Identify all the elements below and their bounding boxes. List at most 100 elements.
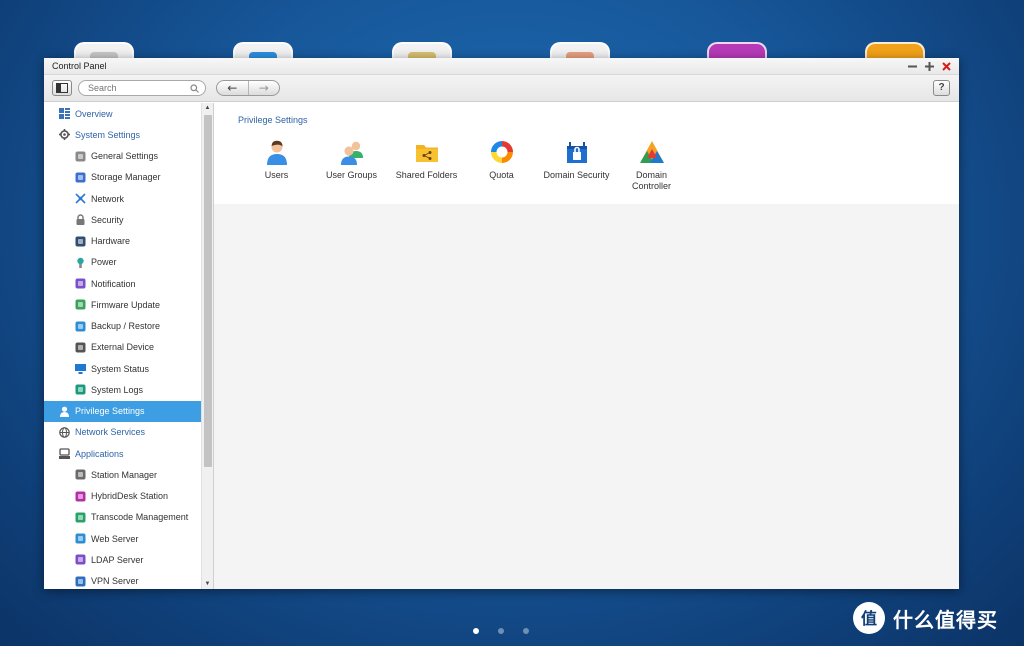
sidebar-item-label: Privilege Settings	[75, 406, 145, 417]
sidebar-item-storage-manager[interactable]: Storage Manager	[44, 167, 201, 188]
tile-label: Shared Folders	[395, 170, 458, 180]
watermark-logo-glyph: 值	[861, 609, 877, 628]
sidebar-item-overview[interactable]: Overview	[44, 103, 201, 124]
hybriddesk-icon	[75, 491, 86, 502]
help-button[interactable]: ?	[933, 80, 950, 96]
sidebar-item-backup-restore[interactable]: Backup / Restore	[44, 316, 201, 337]
firmware-icon	[75, 299, 86, 310]
sidebar-item-hardware[interactable]: Hardware	[44, 231, 201, 252]
users-icon	[266, 140, 287, 165]
sidebar-item-system-status[interactable]: System Status	[44, 358, 201, 379]
sidebar-toggle-icon	[56, 83, 68, 93]
sidebar-item-label: External Device	[91, 342, 155, 353]
tile-domain-controller[interactable]: Domain Controller	[614, 139, 689, 191]
minimize-button[interactable]	[907, 61, 918, 72]
sidebar-scrollbar[interactable]: ▲ ▼	[201, 103, 213, 589]
network-icon	[75, 193, 86, 204]
tile-label: Domain Security	[543, 170, 610, 180]
sidebar-item-power[interactable]: Power	[44, 252, 201, 273]
web-icon	[75, 533, 86, 544]
scroll-up-arrow-icon[interactable]: ▲	[202, 103, 213, 113]
sidebar-item-label: Backup / Restore	[91, 321, 161, 332]
sidebar-item-label: Hardware	[91, 236, 131, 247]
sidebar-item-label: LDAP Server	[91, 554, 144, 565]
sidebar-item-label: Station Manager	[91, 469, 158, 480]
sidebar-item-external-device[interactable]: External Device	[44, 337, 201, 358]
sidebar-item-label: Security	[91, 214, 124, 225]
tile-grid: Users User Groups Shared Folders Quota Domai…	[239, 139, 689, 191]
sidebar-item-label: Network	[91, 193, 125, 204]
sidebar-item-firmware-update[interactable]: Firmware Update	[44, 294, 201, 315]
external-device-icon	[75, 342, 86, 353]
sidebar-item-hybriddesk-station[interactable]: HybridDesk Station	[44, 486, 201, 507]
sidebar-toggle-button[interactable]	[52, 80, 72, 96]
tile-domain-security[interactable]: Domain Security	[539, 139, 614, 191]
sidebar-item-privilege-settings[interactable]: Privilege Settings	[44, 400, 201, 422]
tile-shared-folders[interactable]: Shared Folders	[389, 139, 464, 191]
domain-security-icon	[566, 142, 587, 163]
scroll-thumb[interactable]	[204, 115, 212, 467]
page-dot[interactable]	[473, 628, 479, 634]
back-button[interactable]: ←	[217, 81, 248, 95]
transcode-icon	[75, 512, 86, 523]
scroll-down-arrow-icon[interactable]: ▼	[202, 579, 213, 589]
sidebar-item-applications[interactable]: Applications	[44, 443, 201, 464]
sidebar-item-label: Power	[91, 257, 117, 268]
page-dot[interactable]	[498, 628, 504, 634]
tile-user-groups[interactable]: User Groups	[314, 139, 389, 191]
sidebar-item-system-settings[interactable]: System Settings	[44, 124, 201, 145]
sidebar-item-label: Network Services	[75, 427, 146, 438]
page-dot[interactable]	[523, 628, 529, 634]
shared-folders-icon	[415, 145, 438, 162]
lock-icon	[76, 214, 85, 226]
storage-icon	[75, 172, 86, 183]
logs-icon	[75, 384, 86, 395]
applications-icon	[59, 448, 70, 460]
sidebar-item-label: General Settings	[91, 151, 159, 162]
watermark-logo-icon: 值	[854, 603, 884, 633]
window-controls	[907, 58, 952, 75]
tile-users[interactable]: Users	[239, 139, 314, 191]
search-box	[78, 80, 206, 96]
power-icon	[77, 257, 84, 268]
maximize-button[interactable]	[924, 61, 935, 72]
tile-label: Domain Controller	[631, 170, 671, 191]
ldap-icon	[75, 554, 86, 565]
sidebar-item-general-settings[interactable]: General Settings	[44, 146, 201, 167]
window-body: Overview System Settings General Settings S…	[44, 103, 959, 589]
close-button[interactable]	[941, 61, 952, 72]
hardware-icon	[75, 236, 86, 247]
sidebar-item-label: System Settings	[75, 129, 141, 140]
sidebar-item-network[interactable]: Network	[44, 188, 201, 209]
search-input[interactable]	[88, 81, 188, 95]
sidebar-item-notification[interactable]: Notification	[44, 273, 201, 294]
title-bar: Control Panel	[44, 58, 959, 75]
sidebar-item-transcode-management[interactable]: Transcode Management	[44, 507, 201, 528]
search-icon[interactable]	[190, 84, 199, 93]
tile-label: Users	[264, 170, 289, 180]
monitor-icon	[75, 364, 86, 375]
vpn-icon	[75, 576, 86, 587]
sidebar-item-ldap-server[interactable]: LDAP Server	[44, 549, 201, 570]
backup-icon	[75, 321, 86, 332]
notification-icon	[75, 278, 86, 289]
sidebar-item-station-manager[interactable]: Station Manager	[44, 464, 201, 485]
tile-label: User Groups	[325, 170, 378, 180]
sidebar-item-label: System Logs	[91, 384, 144, 395]
sidebar-item-label: System Status	[91, 363, 150, 374]
sidebar-item-label: Overview	[75, 108, 113, 119]
sidebar-item-system-logs[interactable]: System Logs	[44, 379, 201, 400]
close-icon	[942, 62, 951, 71]
sidebar-item-network-services[interactable]: Network Services	[44, 422, 201, 443]
overview-icon	[59, 108, 70, 120]
tile-quota[interactable]: Quota	[464, 139, 539, 191]
sidebar-item-label: Storage Manager	[91, 172, 161, 183]
tile-label: Quota	[489, 170, 514, 180]
desktop-page-indicator	[473, 628, 529, 634]
watermark-logo: 值	[853, 602, 885, 634]
forward-button[interactable]: →	[247, 81, 280, 95]
section-title: Privilege Settings	[238, 115, 308, 125]
sidebar-item-web-server[interactable]: Web Server	[44, 528, 201, 549]
sidebar-item-vpn-server[interactable]: VPN Server	[44, 571, 201, 590]
sidebar-item-security[interactable]: Security	[44, 209, 201, 230]
